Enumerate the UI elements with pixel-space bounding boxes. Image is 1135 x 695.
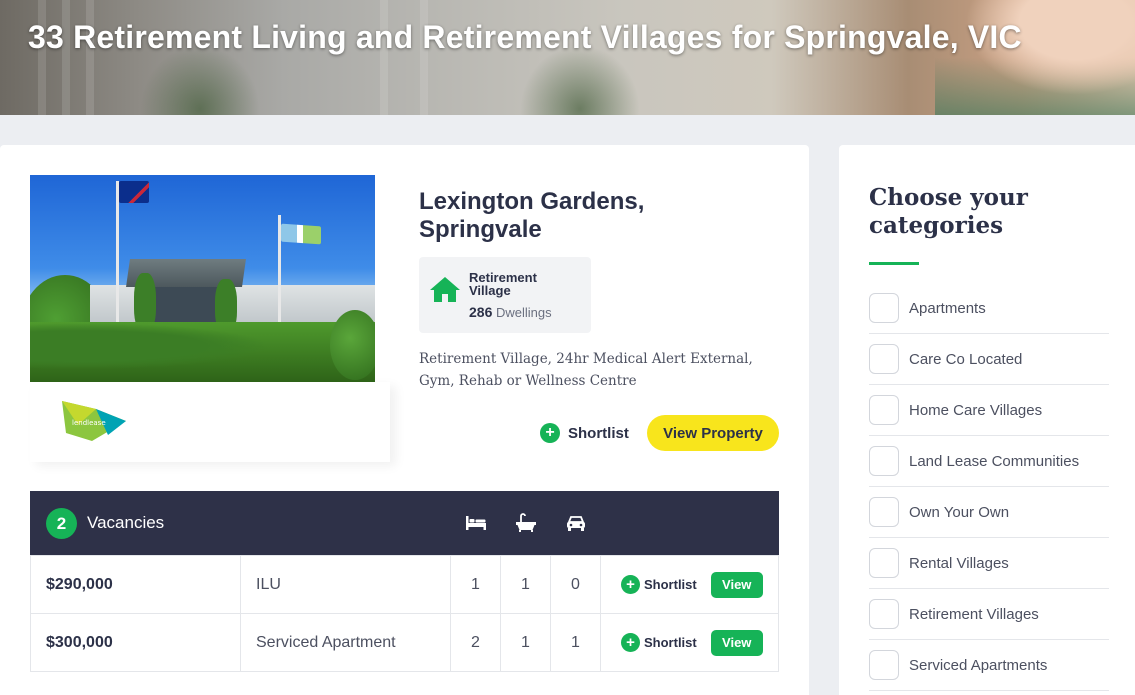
house-icon (430, 277, 460, 302)
vacancy-baths: 1 (500, 555, 551, 614)
vacancies-table: $290,000 ILU 1 1 0 + Shortlist View $300 (30, 555, 779, 672)
vacancy-actions: + Shortlist View (600, 555, 779, 614)
vacancy-beds: 2 (450, 613, 501, 672)
category-checkbox[interactable] (869, 446, 899, 476)
vacancy-price: $300,000 (30, 613, 241, 672)
category-checkbox[interactable] (869, 344, 899, 374)
row-shortlist-button[interactable]: + Shortlist (621, 633, 697, 652)
lendlease-logo: lendlease (62, 401, 126, 441)
category-label: Care Co Located (909, 350, 1023, 368)
property-features: Retirement Village, 24hr Medical Alert E… (419, 351, 753, 389)
hero-decor (62, 0, 70, 115)
photo-decor (30, 322, 375, 382)
plus-icon: + (621, 633, 640, 652)
hero-decor (420, 0, 428, 115)
category-checkbox[interactable] (869, 650, 899, 680)
category-label: Apartments (909, 299, 986, 317)
vacancies-count-badge: 2 (46, 508, 77, 539)
vacancy-cars: 1 (550, 613, 601, 672)
vacancy-beds: 1 (450, 555, 501, 614)
photo-decor (330, 310, 375, 380)
category-label: Land Lease Communities (909, 452, 1080, 470)
category-checkbox[interactable] (869, 548, 899, 578)
category-label: Serviced Apartments (909, 656, 1048, 674)
category-item-retirement-villages[interactable]: Retirement Villages (869, 589, 1109, 640)
page-title: 33 Retirement Living and Retirement Vill… (28, 19, 1022, 55)
category-checkbox[interactable] (869, 497, 899, 527)
vacancies-label: Vacancies (87, 513, 165, 532)
category-item-apartments[interactable]: Apartments (869, 283, 1109, 334)
photo-decor (116, 181, 119, 341)
shortlist-label: Shortlist (568, 424, 629, 442)
category-item-land-lease-communities[interactable]: Land Lease Communities (869, 436, 1109, 487)
table-row: $290,000 ILU 1 1 0 + Shortlist View (30, 555, 779, 614)
category-label: Own Your Own (909, 503, 1010, 521)
property-type-box: Retirement Village 286 Dwellings (419, 257, 591, 333)
category-checkbox[interactable] (869, 293, 899, 323)
plus-icon: + (621, 575, 640, 594)
vacancy-type: ILU (240, 555, 451, 614)
photo-decor (281, 223, 321, 245)
bath-icon (516, 513, 536, 532)
title-underline (869, 262, 919, 265)
vacancies-header: 2 Vacancies (30, 491, 779, 555)
hero-decor (38, 0, 46, 115)
hero-decor (380, 0, 388, 115)
category-item-care-co-located[interactable]: Care Co Located (869, 334, 1109, 385)
vacancy-baths: 1 (500, 613, 551, 672)
sidebar-title: Choose your categories (869, 184, 1028, 239)
category-item-serviced-apartments[interactable]: Serviced Apartments (869, 640, 1109, 691)
hero-banner: 33 Retirement Living and Retirement Vill… (0, 0, 1135, 115)
row-shortlist-button[interactable]: + Shortlist (621, 575, 697, 594)
vacancy-actions: + Shortlist View (600, 613, 779, 672)
listing-card: lendlease Lexington Gardens, Springvale … (0, 145, 809, 695)
category-checkbox[interactable] (869, 395, 899, 425)
dwellings-count: 286 Dwellings (469, 304, 552, 320)
vacancy-cars: 0 (550, 555, 601, 614)
property-title[interactable]: Lexington Gardens, Springvale (419, 188, 749, 244)
row-view-button[interactable]: View (710, 571, 763, 598)
property-photo[interactable] (30, 175, 375, 382)
category-list: Apartments Care Co Located Home Care Vil… (869, 283, 1109, 691)
category-item-home-care-villages[interactable]: Home Care Villages (869, 385, 1109, 436)
view-property-button[interactable]: View Property (647, 415, 779, 451)
row-shortlist-label: Shortlist (644, 577, 697, 592)
bed-icon (466, 516, 486, 530)
category-item-rental-villages[interactable]: Rental Villages (869, 538, 1109, 589)
category-label: Rental Villages (909, 554, 1009, 572)
row-shortlist-label: Shortlist (644, 635, 697, 650)
category-checkbox[interactable] (869, 599, 899, 629)
photo-decor (119, 181, 149, 203)
row-view-button[interactable]: View (710, 629, 763, 656)
table-row: $300,000 Serviced Apartment 2 1 1 + Shor… (30, 613, 779, 672)
category-sidebar: Choose your categories Apartments Care C… (839, 145, 1135, 695)
vacancy-price: $290,000 (30, 555, 241, 614)
category-label: Home Care Villages (909, 401, 1043, 419)
hero-decor (86, 0, 94, 115)
plus-icon: + (540, 423, 560, 443)
hero-photo-person (935, 0, 1135, 115)
property-type-label: Retirement Village (469, 270, 537, 298)
shortlist-button[interactable]: + Shortlist (540, 423, 629, 443)
svg-text:lendlease: lendlease (72, 419, 106, 427)
category-item-own-your-own[interactable]: Own Your Own (869, 487, 1109, 538)
category-label: Retirement Villages (909, 605, 1039, 623)
car-icon (567, 516, 585, 531)
vacancy-type: Serviced Apartment (240, 613, 451, 672)
